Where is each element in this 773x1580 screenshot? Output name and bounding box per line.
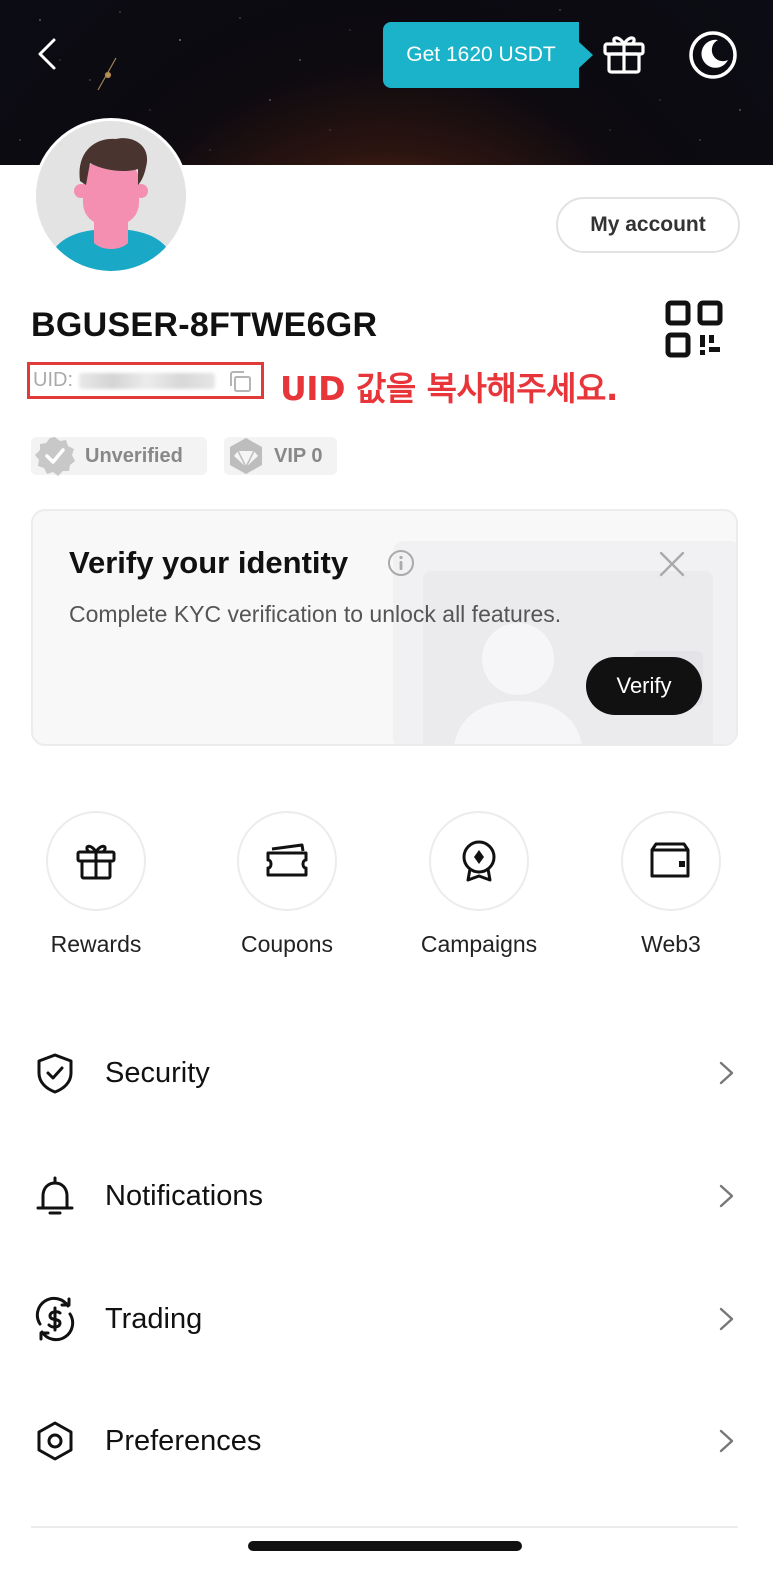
gift-icon bbox=[76, 844, 116, 880]
menu-item-trading[interactable]: Trading bbox=[31, 1284, 741, 1354]
chevron-right-icon bbox=[719, 1307, 734, 1331]
kyc-verification-card: Verify your identity Complete KYC verifi… bbox=[31, 509, 738, 746]
action-campaigns[interactable]: Campaigns bbox=[414, 811, 544, 958]
username: BGUSER-8FTWE6GR bbox=[31, 306, 378, 344]
avatar-image bbox=[36, 121, 186, 271]
action-coupons[interactable]: Coupons bbox=[222, 811, 352, 958]
chevron-right-icon bbox=[719, 1429, 734, 1453]
verified-badge-icon bbox=[35, 437, 75, 476]
menu-icon-wrap bbox=[31, 1417, 79, 1465]
gift-icon[interactable] bbox=[600, 30, 648, 78]
copy-icon[interactable] bbox=[228, 371, 252, 393]
action-rewards[interactable]: Rewards bbox=[31, 811, 161, 958]
menu-item-security[interactable]: Security bbox=[31, 1038, 741, 1108]
kyc-title: Verify your identity bbox=[69, 545, 349, 580]
uid-copy-instruction: UID 값을 복사해주세요. bbox=[280, 369, 618, 408]
menu-label: Notifications bbox=[105, 1179, 263, 1212]
verification-status-badge[interactable]: Unverified bbox=[31, 437, 207, 476]
home-indicator[interactable] bbox=[248, 1541, 522, 1551]
action-label: Coupons bbox=[240, 931, 334, 957]
uid-value-redacted bbox=[79, 372, 215, 389]
badge-label: VIP 0 bbox=[274, 444, 323, 467]
action-web3[interactable]: Web3 bbox=[606, 811, 736, 958]
action-circle[interactable] bbox=[237, 811, 337, 911]
uid-highlight-box[interactable]: UID: bbox=[27, 362, 264, 399]
shield-check-icon bbox=[37, 1053, 73, 1094]
diamond-icon bbox=[230, 438, 262, 474]
wallet-icon bbox=[650, 842, 690, 878]
menu-icon-wrap bbox=[31, 1295, 79, 1343]
chevron-right-icon bbox=[719, 1184, 734, 1208]
action-circle[interactable] bbox=[46, 811, 146, 911]
bell-icon bbox=[36, 1176, 74, 1215]
chevron-right-icon bbox=[719, 1061, 734, 1085]
ticket-icon bbox=[266, 843, 308, 877]
close-icon[interactable] bbox=[657, 549, 687, 579]
user-avatar-icon bbox=[36, 121, 186, 271]
hexagon-settings-icon bbox=[37, 1421, 73, 1461]
kyc-description: Complete KYC verification to unlock all … bbox=[69, 601, 562, 627]
menu-label: Trading bbox=[105, 1302, 203, 1335]
qr-code-icon[interactable] bbox=[665, 300, 723, 358]
action-label: Web3 bbox=[641, 931, 701, 957]
verify-button[interactable]: Verify bbox=[586, 657, 702, 715]
moon-icon[interactable] bbox=[688, 30, 738, 80]
menu-item-notifications[interactable]: Notifications bbox=[31, 1161, 741, 1231]
dollar-cycle-icon bbox=[35, 1296, 75, 1342]
menu-icon-wrap bbox=[31, 1049, 79, 1097]
menu-item-preferences[interactable]: Preferences bbox=[31, 1406, 741, 1476]
vip-level-badge[interactable]: VIP 0 bbox=[224, 437, 337, 475]
action-circle[interactable] bbox=[621, 811, 721, 911]
badge-label: Unverified bbox=[85, 444, 183, 467]
my-account-button[interactable]: My account bbox=[556, 197, 740, 253]
avatar[interactable] bbox=[33, 118, 189, 274]
uid-label: UID: bbox=[33, 369, 73, 391]
menu-label: Preferences bbox=[105, 1424, 262, 1457]
promo-bonus-button[interactable]: Get 1620 USDT bbox=[383, 22, 593, 88]
menu-label: Security bbox=[105, 1056, 210, 1089]
action-label: Rewards bbox=[50, 931, 142, 957]
action-circle[interactable] bbox=[429, 811, 529, 911]
menu-icon-wrap bbox=[31, 1172, 79, 1220]
action-label: Campaigns bbox=[420, 931, 538, 957]
info-icon[interactable] bbox=[387, 549, 415, 577]
back-arrow-icon[interactable] bbox=[28, 32, 68, 76]
divider bbox=[31, 1526, 738, 1528]
medal-icon bbox=[462, 840, 496, 882]
